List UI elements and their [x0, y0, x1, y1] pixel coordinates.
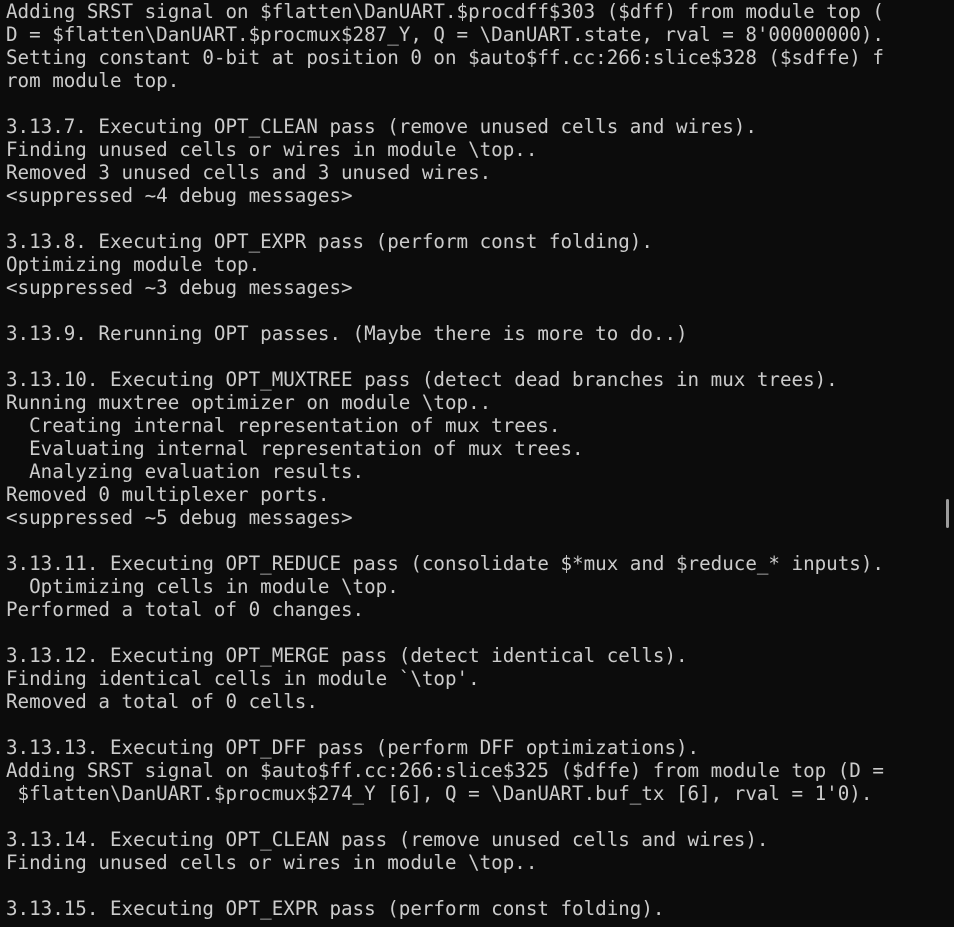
terminal-line: 3.13.15. Executing OPT_EXPR pass (perfor… — [6, 897, 665, 920]
terminal-line: Performed a total of 0 changes. — [6, 598, 365, 621]
terminal-line: Removed 3 unused cells and 3 unused wire… — [6, 161, 492, 184]
terminal-line: Evaluating internal representation of mu… — [6, 437, 584, 460]
terminal-line: 3.13.9. Rerunning OPT passes. (Maybe the… — [6, 322, 688, 345]
terminal-line: $flatten\DanUART.$procmux$274_Y [6], Q =… — [6, 782, 873, 805]
terminal-line: <suppressed ~5 debug messages> — [6, 506, 353, 529]
terminal-line: Adding SRST signal on $auto$ff.cc:266:sl… — [6, 759, 884, 782]
terminal-line: <suppressed ~4 debug messages> — [6, 184, 353, 207]
terminal-line: 3.13.11. Executing OPT_REDUCE pass (cons… — [6, 552, 884, 575]
terminal-output: Adding SRST signal on $flatten\DanUART.$… — [6, 0, 884, 920]
terminal-line: Optimizing cells in module \top. — [6, 575, 399, 598]
terminal-line: Removed 0 multiplexer ports. — [6, 483, 330, 506]
terminal-line: rom module top. — [6, 69, 180, 92]
terminal-line: Finding unused cells or wires in module … — [6, 138, 538, 161]
terminal-line: Removed a total of 0 cells. — [6, 690, 318, 713]
terminal-line: Running muxtree optimizer on module \top… — [6, 391, 492, 414]
terminal-line: Adding SRST signal on $flatten\DanUART.$… — [6, 0, 884, 23]
terminal-line: <suppressed ~3 debug messages> — [6, 276, 353, 299]
terminal-line: 3.13.12. Executing OPT_MERGE pass (detec… — [6, 644, 688, 667]
terminal-line: Optimizing module top. — [6, 253, 261, 276]
terminal-line: 3.13.10. Executing OPT_MUXTREE pass (det… — [6, 368, 838, 391]
terminal-line: 3.13.8. Executing OPT_EXPR pass (perform… — [6, 230, 653, 253]
terminal-line: Finding identical cells in module `\top'… — [6, 667, 480, 690]
terminal-window[interactable]: Adding SRST signal on $flatten\DanUART.$… — [0, 0, 954, 927]
terminal-line: 3.13.14. Executing OPT_CLEAN pass (remov… — [6, 828, 769, 851]
terminal-line: Creating internal representation of mux … — [6, 414, 561, 437]
terminal-line: 3.13.13. Executing OPT_DFF pass (perform… — [6, 736, 700, 759]
terminal-line: D = $flatten\DanUART.$procmux$287_Y, Q =… — [6, 23, 884, 46]
terminal-line: Finding unused cells or wires in module … — [6, 851, 538, 874]
terminal-line: Setting constant 0-bit at position 0 on … — [6, 46, 884, 69]
terminal-line: 3.13.7. Executing OPT_CLEAN pass (remove… — [6, 115, 757, 138]
terminal-line: Analyzing evaluation results. — [6, 460, 365, 483]
scrollbar-thumb[interactable] — [946, 499, 949, 528]
